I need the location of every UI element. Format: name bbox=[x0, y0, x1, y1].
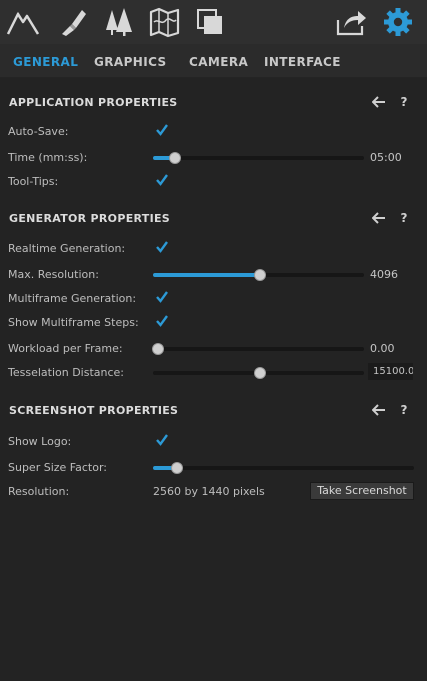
toolbar bbox=[0, 0, 427, 44]
max-resolution-slider[interactable] bbox=[153, 269, 364, 281]
max-resolution-label: Max. Resolution: bbox=[8, 268, 99, 281]
tooltips-label: Tool-Tips: bbox=[8, 175, 59, 188]
multiframe-generation-label: Multiframe Generation: bbox=[8, 292, 137, 305]
tooltips-checkbox[interactable] bbox=[155, 173, 169, 187]
tesselation-distance-slider[interactable] bbox=[153, 367, 364, 379]
slider-thumb[interactable] bbox=[171, 462, 184, 474]
tesselation-distance-input[interactable]: 15100.0 bbox=[368, 363, 413, 380]
max-resolution-value: 4096 bbox=[370, 268, 398, 281]
show-logo-label: Show Logo: bbox=[8, 435, 72, 448]
tab-camera[interactable]: CAMERA bbox=[189, 55, 248, 69]
time-value: 05:00 bbox=[370, 151, 402, 164]
workload-per-frame-value: 0.00 bbox=[370, 342, 395, 355]
tab-graphics[interactable]: GRAPHICS bbox=[94, 55, 167, 69]
help-button[interactable]: ? bbox=[397, 403, 411, 417]
show-multiframe-steps-checkbox[interactable] bbox=[155, 314, 169, 328]
resolution-value: 2560 by 1440 pixels bbox=[153, 485, 265, 498]
multiframe-generation-checkbox[interactable] bbox=[155, 290, 169, 304]
layers-icon[interactable] bbox=[194, 6, 228, 38]
super-size-factor-label: Super Size Factor: bbox=[8, 461, 107, 474]
slider-thumb[interactable] bbox=[152, 343, 165, 355]
back-arrow-icon[interactable] bbox=[372, 211, 386, 225]
realtime-generation-checkbox[interactable] bbox=[155, 240, 169, 254]
time-label: Time (mm:ss): bbox=[8, 151, 88, 164]
generator-properties-title: GENERATOR PROPERTIES bbox=[9, 212, 171, 225]
tab-bar: GENERAL GRAPHICS CAMERA INTERFACE bbox=[0, 44, 427, 78]
mountain-icon[interactable] bbox=[6, 6, 40, 38]
slider-track bbox=[153, 347, 364, 351]
share-icon[interactable] bbox=[334, 6, 368, 38]
help-button[interactable]: ? bbox=[397, 95, 411, 109]
gear-icon[interactable] bbox=[381, 6, 415, 38]
time-slider[interactable] bbox=[153, 152, 364, 164]
tesselation-distance-label: Tesselation Distance: bbox=[8, 366, 125, 379]
back-arrow-icon[interactable] bbox=[372, 95, 386, 109]
application-properties-title: APPLICATION PROPERTIES bbox=[9, 96, 178, 109]
slider-fill bbox=[153, 273, 259, 277]
slider-track bbox=[153, 156, 364, 160]
help-button[interactable]: ? bbox=[397, 211, 411, 225]
slider-thumb[interactable] bbox=[253, 367, 266, 379]
take-screenshot-button[interactable]: Take Screenshot bbox=[310, 482, 414, 500]
settings-panel: APPLICATION PROPERTIES ? Auto-Save: Time… bbox=[0, 78, 427, 681]
screenshot-properties-title: SCREENSHOT PROPERTIES bbox=[9, 404, 179, 417]
slider-thumb[interactable] bbox=[169, 152, 182, 164]
show-multiframe-steps-label: Show Multiframe Steps: bbox=[8, 316, 139, 329]
tab-general[interactable]: GENERAL bbox=[13, 55, 78, 69]
realtime-generation-label: Realtime Generation: bbox=[8, 242, 126, 255]
workload-per-frame-slider[interactable] bbox=[152, 343, 364, 355]
slider-thumb[interactable] bbox=[253, 269, 266, 281]
autosave-label: Auto-Save: bbox=[8, 125, 69, 138]
tab-interface[interactable]: INTERFACE bbox=[264, 55, 341, 69]
super-size-factor-slider[interactable] bbox=[153, 462, 414, 474]
brush-icon[interactable] bbox=[56, 6, 90, 38]
autosave-checkbox[interactable] bbox=[155, 123, 169, 137]
back-arrow-icon[interactable] bbox=[372, 403, 386, 417]
workload-per-frame-label: Workload per Frame: bbox=[8, 342, 123, 355]
map-icon[interactable] bbox=[148, 6, 182, 38]
show-logo-checkbox[interactable] bbox=[155, 433, 169, 447]
resolution-label: Resolution: bbox=[8, 485, 70, 498]
slider-track bbox=[153, 466, 414, 470]
trees-icon[interactable] bbox=[102, 6, 136, 38]
